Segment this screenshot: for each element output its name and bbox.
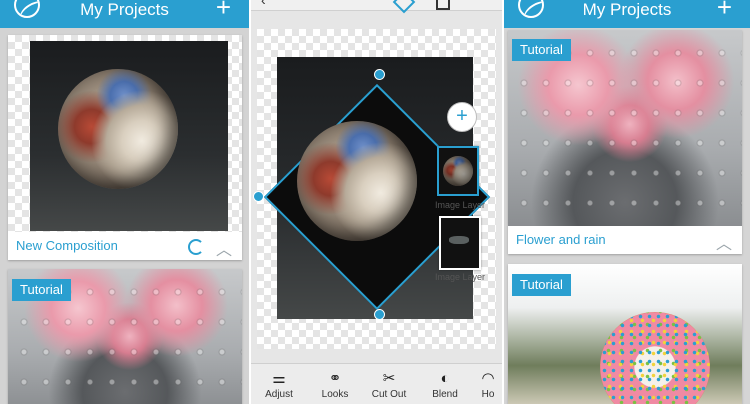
tool-label: Adjust [265, 389, 293, 400]
rotate-handle-left[interactable] [253, 191, 264, 202]
blend-icon: ◐ [440, 370, 450, 387]
tool-label: Cut Out [371, 389, 407, 400]
layer-thumbnail-1[interactable] [437, 146, 479, 196]
project-name[interactable]: New Composition [16, 238, 118, 253]
tutorial-card[interactable]: Tutorial Flower and rain ︿ [508, 30, 742, 254]
adjust-icon: ⚌ [272, 370, 286, 387]
cut-out-icon: ✂ [382, 370, 396, 387]
blend-button[interactable]: ◐ Blend [425, 370, 465, 402]
layer-label: Image Layer [435, 200, 486, 210]
add-project-button[interactable]: + [216, 0, 231, 20]
card-caption: Flower and rain ︿ [508, 226, 742, 254]
add-project-button[interactable]: + [717, 0, 732, 20]
editor-screen: ‹ + Image Layer Image Layer ⚌ Adjust ⚭ L… [251, 0, 502, 404]
looks-icon: ⚭ [328, 370, 342, 387]
edit-toolbar: ⚌ Adjust ⚭ Looks ✂ Cut Out ◐ Blend ◠ Ho [251, 363, 502, 404]
add-layer-button[interactable]: + [447, 102, 477, 132]
layer-thumbnail-2[interactable] [439, 216, 481, 270]
sync-spinner-icon [188, 239, 204, 255]
rotate-handle-top[interactable] [374, 69, 385, 80]
planet-image [58, 69, 178, 189]
layer-label: Image Layer [435, 272, 486, 282]
page-title: My Projects [582, 0, 672, 19]
looks-button[interactable]: ⚭ Looks [315, 370, 355, 402]
tutorial-card[interactable]: Tutorial [8, 269, 242, 404]
chevron-up-icon[interactable]: ︿ [216, 236, 232, 260]
tutorial-badge: Tutorial [12, 279, 71, 301]
layer-thumb-scene [449, 236, 469, 244]
tutorial-badge: Tutorial [512, 39, 571, 61]
page-title: My Projects [80, 0, 169, 19]
project-card[interactable]: New Composition ︿ [8, 35, 242, 260]
project-name[interactable]: Flower and rain [516, 232, 606, 247]
rotate-handle-bottom[interactable] [374, 309, 385, 320]
layers-icon[interactable] [392, 0, 416, 14]
tutorial-badge: Tutorial [512, 274, 571, 296]
projects-screen-left: My Projects + New Composition ︿ Tutorial [0, 0, 249, 404]
planet-layer[interactable] [297, 121, 417, 241]
adjust-button[interactable]: ⚌ Adjust [259, 370, 299, 402]
cut-out-button[interactable]: ✂ Cut Out [369, 370, 409, 402]
editor-top-toolbar: ‹ [251, 0, 502, 14]
app-header: My Projects + [0, 0, 249, 28]
app-header: My Projects + [504, 0, 750, 28]
share-icon[interactable] [436, 0, 450, 10]
tool-label: Blend [432, 389, 458, 400]
sprinkles [600, 312, 710, 404]
tool-label: Ho [481, 389, 495, 400]
tool-label: Looks [321, 389, 349, 400]
tutorial-card[interactable]: Tutorial [508, 264, 742, 404]
back-icon[interactable]: ‹ [261, 0, 266, 8]
layer-thumb-planet [443, 156, 473, 186]
projects-screen-right: My Projects + Tutorial Flower and rain ︿… [504, 0, 750, 404]
project-thumbnail [30, 41, 228, 231]
card-caption: New Composition ︿ [8, 232, 242, 260]
more-icon: ◠ [481, 370, 495, 387]
chevron-up-icon[interactable]: ︿ [716, 230, 732, 254]
more-tools-button[interactable]: ◠ Ho [473, 370, 502, 402]
donut-image [600, 312, 710, 404]
